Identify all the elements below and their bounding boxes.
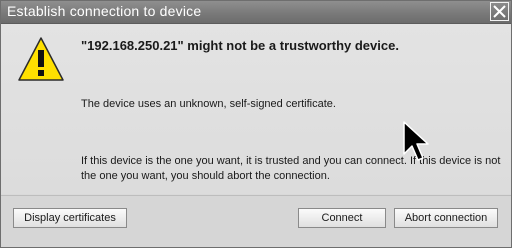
warning-headline: "192.168.250.21" might not be a trustwor… [81,38,399,53]
display-certificates-button[interactable]: Display certificates [13,208,127,228]
dialog-footer: Display certificates Connect Abort conne… [1,196,511,247]
connection-guidance-text: If this device is the one you want, it i… [81,155,501,182]
dialog-window: Establish connection to device "192.168.… [0,0,512,248]
abort-connection-button[interactable]: Abort connection [394,208,498,228]
dialog-title: Establish connection to device [7,3,202,19]
certificate-detail-text: The device uses an unknown, self-signed … [81,98,336,110]
mouse-pointer-icon [403,121,429,161]
close-icon [493,5,506,18]
warning-icon [18,37,64,81]
dialog-content: "192.168.250.21" might not be a trustwor… [1,24,511,194]
connect-button[interactable]: Connect [298,208,386,228]
title-bar[interactable]: Establish connection to device [1,1,511,24]
close-button[interactable] [490,2,509,21]
